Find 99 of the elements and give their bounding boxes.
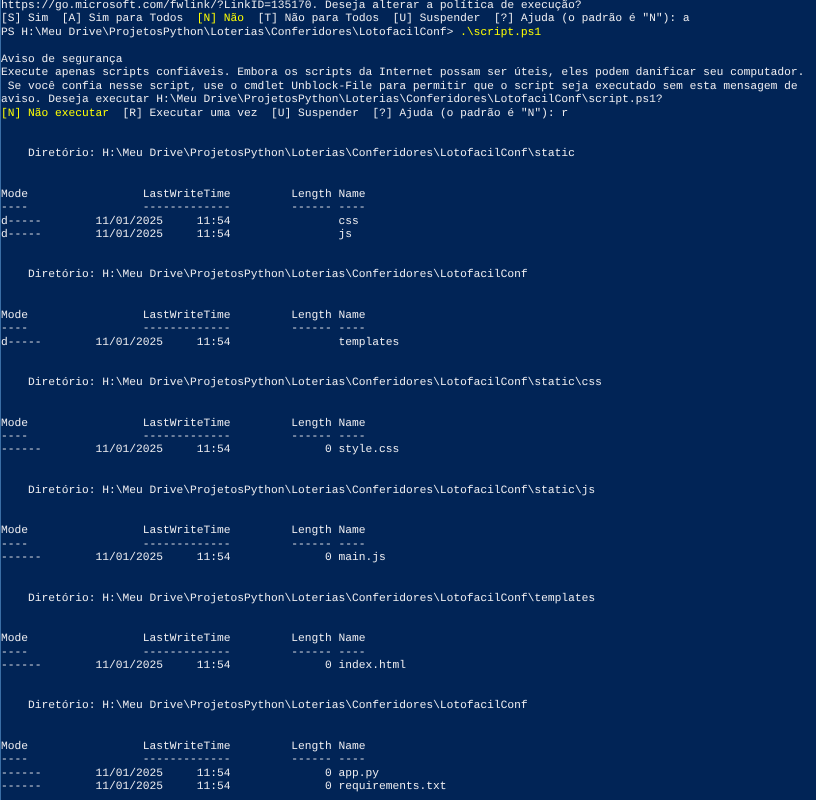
mode-cell-text: ------ [1, 660, 43, 674]
header-rule: ------------- [142, 323, 231, 336]
column-header: Name [338, 633, 366, 646]
header-rule: ---- [338, 323, 366, 336]
length-cell: 0 [325, 768, 332, 782]
name-cell: js [338, 228, 352, 242]
column-header: Name [338, 418, 366, 431]
date-cell-text: 11/01/2025 [96, 216, 164, 228]
header-rule: ------------- [142, 202, 231, 216]
header-rule: ---- [1, 646, 30, 660]
name-cell: templates [338, 336, 400, 350]
time-cell: 11:54 [196, 660, 231, 674]
date-cell-text: 11/01/2025 [96, 660, 164, 674]
header-rule: ---- [338, 538, 366, 552]
mode-cell-text: d----- [1, 216, 43, 228]
console-line: https://go.microsoft.com/fwlink/?LinkID=135170. Deseja alterar a política de execução? [1, 0, 582, 12]
column-header: LastWriteTime [142, 525, 231, 539]
header-rule: ------------- [142, 646, 231, 660]
column-header: LastWriteTime [142, 740, 231, 754]
console-line: Se você confia nesse script, use o cmdlet Unblock-File para permitir que o script seja executado sem esta mensagem de [6, 80, 798, 94]
directory-heading: Diretório: H:\Meu Drive\ProjetosPython\Loterias\Conferidores\LotofacilConf\static\js [28, 484, 596, 498]
header-rule: ---- [1, 538, 30, 552]
column-header: Length [290, 310, 332, 324]
column-header: Length [290, 740, 332, 754]
mode-cell-text: d----- [1, 336, 43, 350]
console-line: Aviso de segurança [1, 54, 123, 66]
time-cell: 11:54 [196, 552, 231, 566]
header-rule: ---- [1, 323, 30, 336]
console-line: [S] Sim [A] Sim para Todos [N] Não [T] Não para Todos [U] Suspender [?] Ajuda (o padrão é "N"): a [1, 13, 690, 26]
name-cell-text: app.py [338, 768, 380, 780]
column-header: Length [290, 418, 332, 431]
header-rule: ---- [338, 754, 366, 768]
header-rule: ---- [338, 646, 366, 660]
column-header: Mode [1, 525, 30, 539]
column-header: Mode [1, 740, 30, 754]
name-cell-text: css [338, 216, 359, 228]
date-cell-text: 11/01/2025 [96, 781, 164, 795]
length-cell: 0 [325, 781, 332, 795]
console-line: [N] Não executar [R] Executar uma vez [U] Suspender [?] Ajuda (o padrão é "N"): r [1, 108, 568, 122]
length-cell: 0 [325, 444, 332, 458]
header-rule: ---- [338, 431, 366, 444]
header-rule: ------ [290, 754, 332, 768]
console-line: Execute apenas scripts confiáveis. Embora os scripts da Internet possam ser úteis, eles podem danificar seu computador. [1, 67, 804, 80]
date-cell-text: 11/01/2025 [96, 336, 164, 350]
column-header: Mode [1, 310, 30, 324]
directory-heading: Diretório: H:\Meu Drive\ProjetosPython\Loterias\Conferidores\LotofacilConf\templates [28, 592, 596, 606]
mode-cell-text: ------ [1, 444, 43, 458]
column-header: Name [338, 740, 366, 754]
column-header: Mode [1, 188, 30, 202]
date-cell-text: 11/01/2025 [96, 228, 164, 242]
column-header: LastWriteTime [142, 310, 231, 324]
mode-cell-text: d----- [1, 228, 43, 242]
time-cell: 11:54 [196, 228, 231, 242]
directory-heading: Diretório: H:\Meu Drive\ProjetosPython\Loterias\Conferidores\LotofacilConf [28, 269, 528, 283]
header-rule: ---- [338, 202, 366, 216]
time-cell: 11:54 [196, 768, 231, 782]
date-cell-text: 11/01/2025 [96, 552, 164, 566]
date-cell-text: 11/01/2025 [96, 444, 164, 458]
header-rule: ------ [290, 538, 332, 552]
date-cell-text: 11/01/2025 [96, 768, 164, 780]
directory-heading: Diretório: H:\Meu Drive\ProjetosPython\Loterias\Conferidores\LotofacilConf [28, 700, 528, 714]
column-header: LastWriteTime [142, 633, 231, 646]
header-rule: ------------- [142, 431, 231, 444]
name-cell: style.css [338, 444, 400, 458]
column-header: LastWriteTime [142, 418, 231, 431]
name-cell: main.js [338, 552, 386, 566]
name-cell: index.html [338, 660, 406, 674]
time-cell: 11:54 [196, 216, 231, 229]
column-header: Mode [1, 418, 30, 431]
header-rule: ---- [1, 202, 30, 216]
mode-cell-text: ------ [1, 768, 43, 782]
time-cell: 11:54 [196, 781, 231, 795]
name-cell: requirements.txt [338, 781, 447, 795]
time-cell: 11:54 [196, 336, 231, 350]
directory-heading: Diretório: H:\Meu Drive\ProjetosPython\Loterias\Conferidores\LotofacilConf\static\css [28, 377, 602, 391]
column-header: Length [290, 633, 332, 646]
column-header: Name [338, 188, 366, 202]
header-rule: ---- [1, 431, 30, 444]
mode-cell-text: ------ [1, 552, 43, 566]
header-rule: ------ [290, 323, 332, 337]
header-rule: ------ [290, 202, 332, 216]
header-rule: ------ [290, 646, 332, 660]
header-rule: ------ [290, 431, 332, 444]
time-cell: 11:54 [196, 444, 231, 458]
column-header: Length [290, 188, 332, 202]
length-cell: 0 [325, 660, 332, 674]
column-header: Name [338, 525, 366, 539]
length-cell: 0 [325, 552, 332, 566]
header-rule: ---- [1, 754, 30, 768]
directory-heading: Diretório: H:\Meu Drive\ProjetosPython\Loterias\Conferidores\LotofacilConf\static [28, 148, 575, 162]
console-line: aviso. Deseja executar H:\Meu Drive\ProjetosPython\Loterias\Conferidores\LotofacilConf\script.ps1? [1, 94, 663, 108]
column-header: Mode [1, 633, 30, 646]
header-rule: ------------- [142, 538, 231, 552]
column-header: Length [290, 525, 332, 539]
header-rule: ------------- [142, 754, 231, 768]
column-header: LastWriteTime [142, 188, 231, 202]
column-header: Name [338, 310, 366, 324]
console-line: PS H:\Meu Drive\ProjetosPython\Loterias\Conferidores\LotofacilConf> .\script.ps1 [1, 26, 542, 40]
mode-cell-text: ------ [1, 781, 43, 795]
